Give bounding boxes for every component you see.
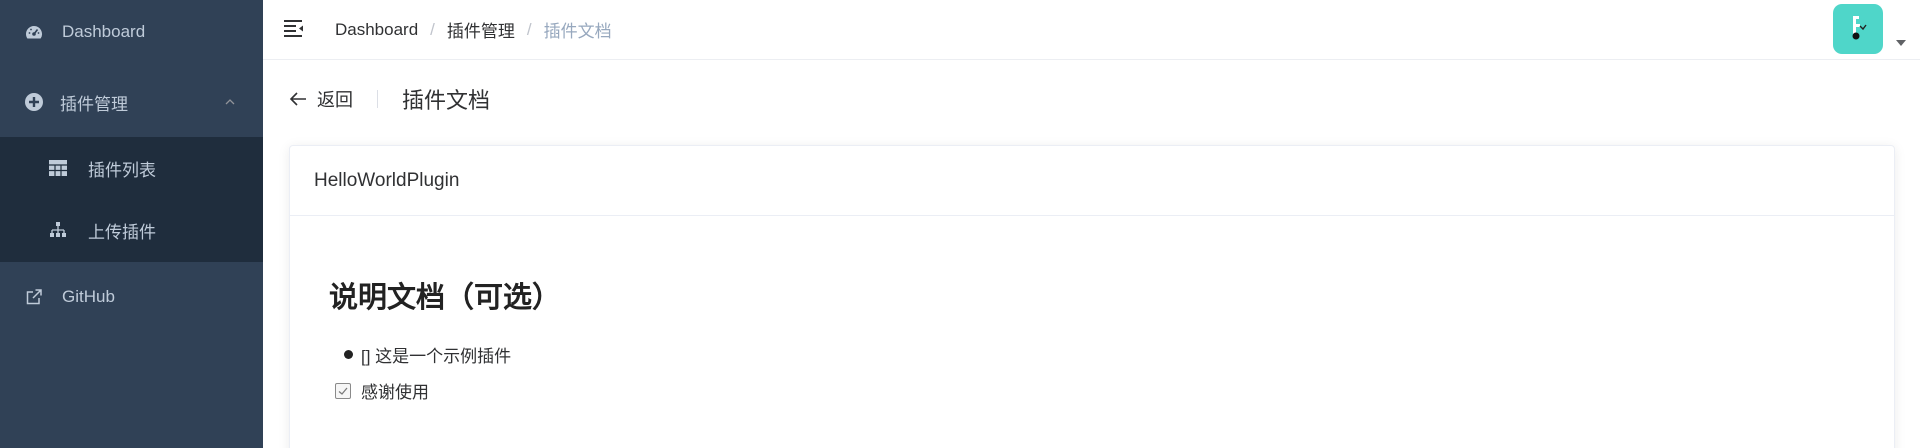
sidebar: Dashboard 插件管理 插件列表 上传插件 GitHub [0, 0, 263, 448]
doc-heading: 说明文档（可选） [329, 282, 562, 314]
external-link-icon [24, 287, 44, 307]
sidebar-item-upload-plugin[interactable]: 上传插件 [0, 199, 263, 261]
back-button[interactable]: 返回 [289, 86, 353, 112]
sidebar-item-github[interactable]: GitHub [0, 265, 263, 329]
plugin-icon [24, 92, 44, 112]
caret-down-icon[interactable] [1896, 40, 1906, 46]
sidebar-item-plugin-management[interactable]: 插件管理 [0, 70, 263, 134]
sidebar-item-label: 插件管理 [60, 94, 128, 114]
page-header: 返回 插件文档 [289, 84, 490, 114]
bullet-icon [344, 350, 353, 359]
task-label: 感谢使用 [361, 383, 429, 402]
chevron-up-icon [225, 99, 235, 105]
breadcrumb-separator: / [430, 19, 435, 39]
page-title: 插件文档 [402, 88, 491, 113]
submenu-plugin-management: 插件列表 上传插件 [0, 137, 263, 262]
card-header: HelloWorldPlugin [290, 146, 1894, 216]
table-icon [48, 158, 68, 178]
breadcrumb-item-current: 插件文档 [543, 22, 612, 41]
sidebar-item-label: Dashboard [62, 22, 146, 41]
sidebar-item-dashboard[interactable]: Dashboard [0, 0, 263, 64]
list-item-text: [] 这是一个示例插件 [361, 347, 512, 366]
arrow-left-icon [289, 92, 306, 106]
plugin-doc-card: HelloWorldPlugin 说明文档（可选） [] 这是一个示例插件 感谢… [289, 145, 1895, 448]
list-item: [] 这是一个示例插件 [344, 342, 511, 367]
divider [377, 90, 378, 108]
sidebar-item-plugin-list[interactable]: 插件列表 [0, 137, 263, 199]
tree-icon [48, 220, 68, 240]
sidebar-item-label: 插件列表 [88, 160, 156, 180]
breadcrumb: Dashboard / 插件管理 / 插件文档 [335, 17, 612, 42]
check-icon [338, 387, 348, 395]
navbar: Dashboard / 插件管理 / 插件文档 [263, 0, 1920, 60]
avatar[interactable] [1833, 4, 1883, 54]
avatar-image [1852, 16, 1867, 40]
task-item: 感谢使用 [335, 378, 429, 403]
sidebar-item-label: GitHub [62, 287, 115, 306]
back-label: 返回 [317, 90, 353, 110]
breadcrumb-item-plugin-management[interactable]: 插件管理 [447, 17, 515, 42]
task-checkbox[interactable] [335, 382, 351, 399]
breadcrumb-item-dashboard[interactable]: Dashboard [335, 20, 418, 40]
breadcrumb-separator: / [526, 19, 532, 39]
card-title: HelloWorldPlugin [314, 169, 460, 191]
dashboard-icon [24, 22, 44, 42]
sidebar-item-label: 上传插件 [88, 222, 156, 242]
hamburger-icon[interactable] [282, 16, 306, 40]
